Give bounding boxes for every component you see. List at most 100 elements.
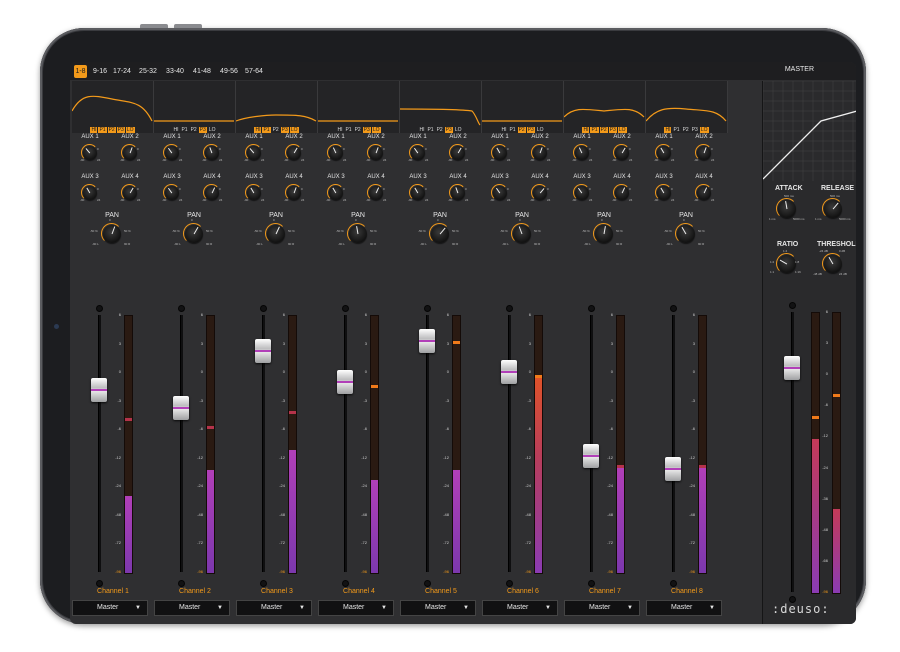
- fader-handle[interactable]: [337, 369, 353, 394]
- bank-tab-25-32[interactable]: 25-32: [137, 65, 159, 78]
- eq-band-p1[interactable]: P1: [262, 127, 271, 133]
- aux-4-knob[interactable]: [123, 186, 137, 200]
- aux-4-knob[interactable]: [533, 186, 547, 200]
- fader-handle[interactable]: [665, 457, 681, 482]
- eq-panel[interactable]: HI P1 P2 P3 LO: [318, 81, 400, 133]
- eq-band-p3[interactable]: P3: [526, 127, 535, 133]
- aux-2-knob[interactable]: [533, 146, 547, 160]
- output-select[interactable]: Master ▼: [482, 600, 558, 616]
- eq-band-hi[interactable]: HI: [336, 127, 343, 133]
- aux-3-knob[interactable]: [83, 186, 97, 200]
- eq-band-lo[interactable]: LO: [536, 127, 545, 133]
- fader-handle[interactable]: [173, 395, 189, 420]
- pan-knob[interactable]: [431, 225, 449, 243]
- eq-band-lo[interactable]: LO: [208, 127, 217, 133]
- aux-1-knob[interactable]: [329, 146, 343, 160]
- eq-band-p3[interactable]: P3: [116, 127, 125, 133]
- aux-4-knob[interactable]: [697, 186, 711, 200]
- aux-1-knob[interactable]: [165, 146, 179, 160]
- aux-1-knob[interactable]: [493, 146, 507, 160]
- aux-1-knob[interactable]: [657, 146, 671, 160]
- eq-band-lo[interactable]: LO: [125, 127, 135, 133]
- eq-band-lo[interactable]: LO: [454, 127, 463, 133]
- aux-3-knob[interactable]: [329, 186, 343, 200]
- eq-band-p2[interactable]: P2: [599, 127, 608, 133]
- eq-band-p1[interactable]: P1: [672, 127, 680, 133]
- attack-knob[interactable]: [778, 200, 796, 218]
- aux-2-knob[interactable]: [369, 146, 383, 160]
- fader-handle[interactable]: [91, 377, 107, 402]
- eq-panel[interactable]: HI P1 P2 P3 LO: [564, 81, 646, 133]
- eq-band-p2[interactable]: P2: [354, 127, 362, 133]
- pan-knob[interactable]: [595, 225, 613, 243]
- fader-handle[interactable]: [501, 359, 517, 384]
- eq-panel[interactable]: HI P1 P2 P3 LO: [72, 81, 154, 133]
- aux-2-knob[interactable]: [287, 146, 301, 160]
- eq-band-p3[interactable]: P3: [444, 127, 453, 133]
- bank-tab-17-24[interactable]: 17-24: [112, 65, 132, 78]
- output-select[interactable]: Master ▼: [646, 600, 722, 616]
- pan-knob[interactable]: [677, 225, 695, 243]
- aux-3-knob[interactable]: [657, 186, 671, 200]
- output-select[interactable]: Master ▼: [236, 600, 312, 616]
- aux-4-knob[interactable]: [615, 186, 629, 200]
- aux-2-knob[interactable]: [615, 146, 629, 160]
- eq-band-hi[interactable]: HI: [582, 127, 590, 133]
- aux-3-knob[interactable]: [411, 186, 425, 200]
- eq-band-hi[interactable]: HI: [90, 127, 98, 133]
- eq-band-lo[interactable]: LO: [617, 127, 627, 133]
- aux-1-knob[interactable]: [575, 146, 589, 160]
- pan-knob[interactable]: [267, 225, 285, 243]
- eq-panel[interactable]: HI P1 P2 P3 LO: [646, 81, 728, 133]
- eq-band-p3[interactable]: P3: [362, 127, 371, 133]
- release-knob[interactable]: [824, 200, 842, 218]
- eq-band-p2[interactable]: P2: [272, 127, 280, 133]
- aux-2-knob[interactable]: [451, 146, 465, 160]
- eq-band-p1[interactable]: P1: [508, 127, 516, 133]
- eq-band-p1[interactable]: P1: [344, 127, 352, 133]
- eq-band-p2[interactable]: P2: [107, 127, 116, 133]
- eq-band-p1[interactable]: P1: [426, 127, 434, 133]
- fader-handle[interactable]: [419, 328, 435, 353]
- eq-panel[interactable]: HI P1 P2 P3 LO: [400, 81, 482, 133]
- bank-tab-41-48[interactable]: 41-48: [191, 65, 213, 78]
- eq-panel[interactable]: HI P1 P2 P3 LO: [154, 81, 236, 133]
- aux-1-knob[interactable]: [411, 146, 425, 160]
- pan-knob[interactable]: [349, 225, 367, 243]
- pan-knob[interactable]: [185, 225, 203, 243]
- aux-4-knob[interactable]: [287, 186, 301, 200]
- eq-band-p1[interactable]: P1: [180, 127, 188, 133]
- eq-band-lo[interactable]: LO: [289, 127, 299, 133]
- output-select[interactable]: Master ▼: [72, 600, 148, 616]
- threshold-knob[interactable]: [824, 255, 842, 273]
- master-fader-handle[interactable]: [784, 356, 800, 380]
- bank-tab-33-40[interactable]: 33-40: [164, 65, 186, 78]
- eq-band-p3[interactable]: P3: [608, 127, 617, 133]
- eq-band-p2[interactable]: P2: [190, 127, 198, 133]
- eq-band-p3[interactable]: P3: [691, 127, 699, 133]
- aux-3-knob[interactable]: [165, 186, 179, 200]
- output-select[interactable]: Master ▼: [400, 600, 476, 616]
- aux-1-knob[interactable]: [247, 146, 261, 160]
- eq-band-p1[interactable]: P1: [98, 127, 107, 133]
- eq-band-hi[interactable]: HI: [254, 127, 262, 133]
- eq-band-p1[interactable]: P1: [590, 127, 599, 133]
- aux-2-knob[interactable]: [123, 146, 137, 160]
- eq-band-p2[interactable]: P2: [436, 127, 444, 133]
- eq-panel[interactable]: HI P1 P2 P3 LO: [236, 81, 318, 133]
- bank-tab-1-8[interactable]: 1-8: [74, 65, 87, 78]
- eq-band-hi[interactable]: HI: [172, 127, 179, 133]
- eq-band-hi[interactable]: HI: [500, 127, 507, 133]
- eq-band-p2[interactable]: P2: [517, 127, 526, 133]
- eq-band-hi[interactable]: HI: [418, 127, 425, 133]
- aux-4-knob[interactable]: [451, 186, 465, 200]
- aux-3-knob[interactable]: [247, 186, 261, 200]
- eq-band-p3[interactable]: P3: [280, 127, 289, 133]
- output-select[interactable]: Master ▼: [564, 600, 640, 616]
- aux-2-knob[interactable]: [697, 146, 711, 160]
- fader-handle[interactable]: [255, 338, 271, 363]
- eq-band-lo[interactable]: LO: [371, 127, 381, 133]
- bank-tab-9-16[interactable]: 9-16: [92, 65, 108, 78]
- output-select[interactable]: Master ▼: [318, 600, 394, 616]
- bank-tab-49-56[interactable]: 49-56: [218, 65, 240, 78]
